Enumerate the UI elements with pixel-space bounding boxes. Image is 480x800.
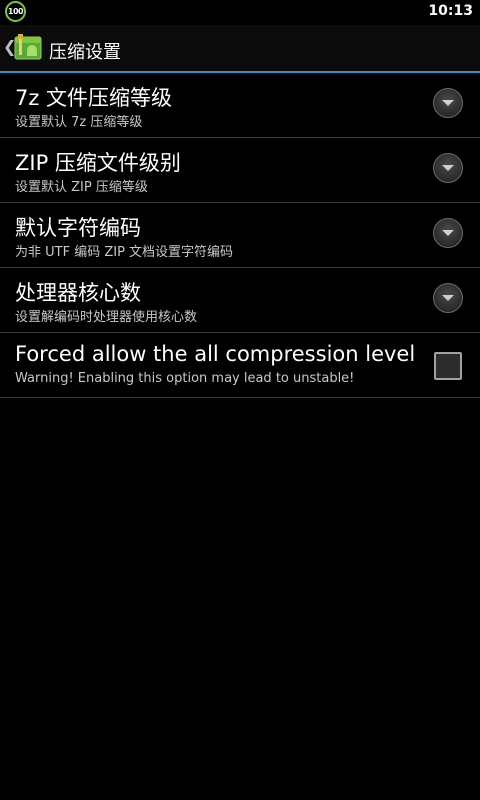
chevron-down-icon: [442, 295, 454, 301]
pref-summary: 设置默认 7z 压缩等级: [15, 115, 143, 130]
chevron-down-icon: [442, 100, 454, 106]
settings-list: 7z 文件压缩等级 设置默认 7z 压缩等级 ZIP 压缩文件级别 设置默认 Z…: [0, 73, 480, 398]
title-bar: ❮ 压缩设置: [0, 25, 480, 71]
pref-force-all-levels[interactable]: Forced allow the all compression level W…: [0, 333, 480, 398]
pref-summary: 为非 UTF 编码 ZIP 文档设置字符编码: [15, 245, 234, 260]
pref-default-charset[interactable]: 默认字符编码 为非 UTF 编码 ZIP 文档设置字符编码: [0, 203, 480, 268]
battery-indicator-icon: 100: [5, 1, 26, 22]
pref-7z-compression-level[interactable]: 7z 文件压缩等级 设置默认 7z 压缩等级: [0, 73, 480, 138]
force-levels-checkbox[interactable]: [434, 352, 462, 380]
pref-title: 默认字符编码: [15, 216, 141, 240]
status-clock: 10:13: [428, 3, 473, 19]
pref-title: ZIP 压缩文件级别: [15, 151, 181, 175]
dropdown-button[interactable]: [433, 153, 463, 183]
pref-zip-compression-level[interactable]: ZIP 压缩文件级别 设置默认 ZIP 压缩等级: [0, 138, 480, 203]
pref-title: 处理器核心数: [15, 281, 141, 305]
archive-app-icon[interactable]: [12, 34, 44, 62]
status-bar: 100 10:13: [0, 0, 480, 25]
pref-title: 7z 文件压缩等级: [15, 86, 173, 110]
pref-summary: 设置解编码时处理器使用核心数: [15, 310, 198, 325]
dropdown-button[interactable]: [433, 283, 463, 313]
pref-summary: 设置默认 ZIP 压缩等级: [15, 180, 148, 195]
chevron-down-icon: [442, 230, 454, 236]
chevron-down-icon: [442, 165, 454, 171]
page-title: 压缩设置: [49, 42, 121, 63]
dropdown-button[interactable]: [433, 88, 463, 118]
battery-level: 100: [7, 7, 24, 16]
pref-title: Forced allow the all compression level: [15, 342, 416, 366]
pref-cpu-cores[interactable]: 处理器核心数 设置解编码时处理器使用核心数: [0, 268, 480, 333]
pref-summary: Warning! Enabling this option may lead t…: [15, 371, 355, 386]
dropdown-button[interactable]: [433, 218, 463, 248]
